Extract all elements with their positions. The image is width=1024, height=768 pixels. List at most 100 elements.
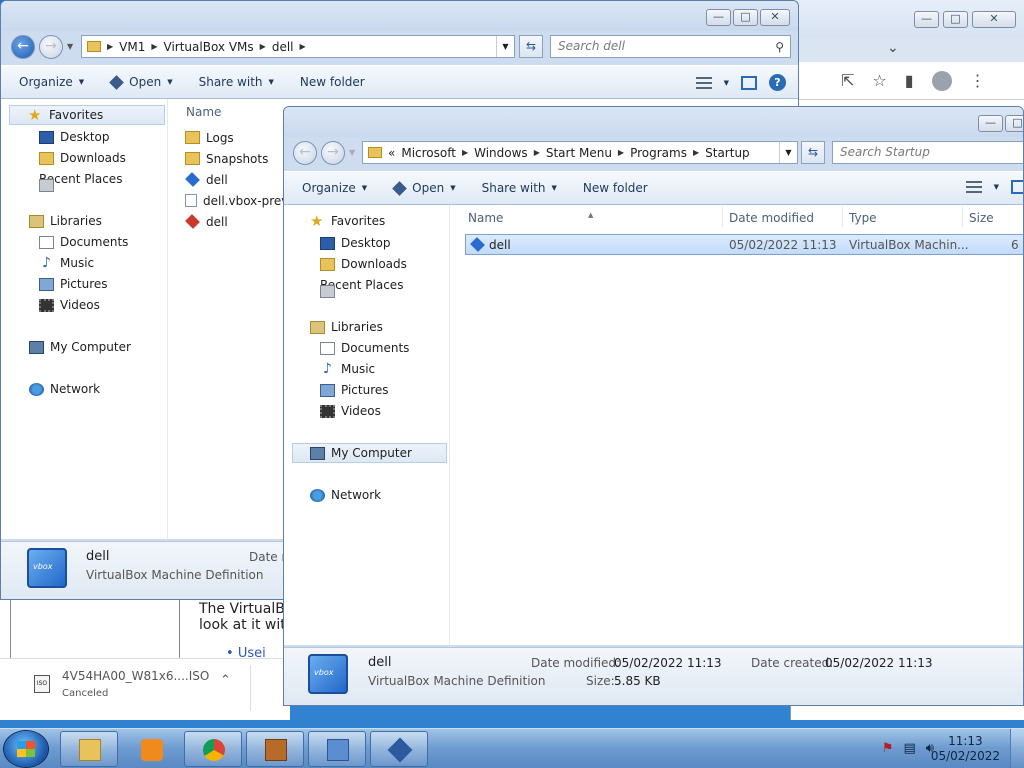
close-button[interactable]: ✕ <box>760 9 790 26</box>
column-header-name[interactable]: Name <box>186 105 221 119</box>
search-icon[interactable]: ⚲ <box>775 37 784 57</box>
nav-libraries[interactable]: Libraries <box>310 317 383 337</box>
organize-button[interactable]: Organize ▼ <box>19 75 84 89</box>
chrome-maximize-button[interactable]: □ <box>943 10 968 28</box>
nav-network[interactable]: Network <box>310 485 381 505</box>
new-folder-button[interactable]: New folder <box>583 181 648 195</box>
chrome-close-button[interactable]: ✕ <box>972 10 1016 28</box>
action-center-flag-icon[interactable]: ⚑ <box>882 741 894 756</box>
nav-libraries[interactable]: Libraries <box>29 211 102 231</box>
file-row[interactable]: Snapshots <box>185 148 268 169</box>
breadcrumb-item[interactable]: Programs <box>630 146 687 160</box>
share-with-button[interactable]: Share with ▼ <box>482 181 557 195</box>
minimize-button[interactable]: — <box>978 115 1003 132</box>
breadcrumb-separator-icon[interactable]: ▶ <box>693 148 699 157</box>
show-desktop-button[interactable] <box>1010 729 1024 768</box>
file-row-selected[interactable]: dell 05/02/2022 11:13 VirtualBox Machin.… <box>465 234 1023 255</box>
view-dropdown-icon[interactable]: ▼ <box>724 79 729 87</box>
nav-music[interactable]: ♪ Music <box>39 253 94 273</box>
breadcrumb-separator-icon[interactable]: ▶ <box>618 148 624 157</box>
view-dropdown-icon[interactable]: ▼ <box>994 183 999 191</box>
back-button[interactable]: ← <box>11 35 35 59</box>
column-separator[interactable] <box>722 207 723 227</box>
file-row[interactable]: dell.vbox-prev <box>185 190 288 211</box>
nav-my-computer[interactable]: My Computer <box>29 337 131 357</box>
address-bar[interactable]: ▶ VM1 ▶ VirtualBox VMs ▶ dell ▶ ▼ <box>81 35 515 58</box>
breadcrumb-separator-icon[interactable]: ▶ <box>107 42 113 51</box>
file-row[interactable]: dell <box>185 169 228 190</box>
breadcrumb-item[interactable]: Microsoft <box>401 146 456 160</box>
nav-videos[interactable]: Videos <box>39 295 100 315</box>
breadcrumb-item[interactable]: Start Menu <box>546 146 612 160</box>
minimize-button[interactable]: — <box>706 9 731 26</box>
column-header-name[interactable]: Name <box>468 211 503 225</box>
preview-pane-icon[interactable] <box>741 75 757 90</box>
nav-videos[interactable]: Videos <box>320 401 381 421</box>
column-header-size[interactable]: Size <box>969 211 994 225</box>
maximize-button[interactable]: □ <box>733 9 758 26</box>
nav-music[interactable]: ♪ Music <box>320 359 375 379</box>
clock[interactable]: 11:13 05/02/2022 <box>931 734 1000 764</box>
forward-button[interactable]: → <box>321 141 345 165</box>
breadcrumb-separator-icon[interactable]: ▶ <box>260 42 266 51</box>
taskbar-virtualbox-button[interactable] <box>370 731 428 767</box>
breadcrumb-separator-icon[interactable]: ▶ <box>151 42 157 51</box>
search-input[interactable]: Search dell ⚲ <box>550 35 791 58</box>
column-header-date-modified[interactable]: Date modified <box>729 211 814 225</box>
search-input[interactable]: Search Startup <box>832 141 1023 164</box>
refresh-button[interactable]: ⇆ <box>519 35 543 58</box>
download-item[interactable]: ISO 4V54HA00_W81x6....ISO Canceled ⌃ <box>28 669 248 709</box>
change-view-icon[interactable] <box>695 76 712 89</box>
taskbar-explorer-button[interactable] <box>60 731 118 767</box>
breadcrumb-separator-icon[interactable]: ▶ <box>534 148 540 157</box>
preview-pane-icon[interactable] <box>1011 180 1023 194</box>
change-view-icon[interactable] <box>965 181 982 193</box>
organize-button[interactable]: Organize ▼ <box>302 181 367 195</box>
column-header-type[interactable]: Type <box>849 211 877 225</box>
nav-desktop[interactable]: Desktop <box>39 127 110 147</box>
file-row[interactable]: dell <box>185 211 228 232</box>
recent-pages-dropdown-icon[interactable]: ▼ <box>67 42 73 51</box>
start-button[interactable] <box>4 731 48 767</box>
breadcrumb-overflow[interactable]: « <box>388 146 395 160</box>
taskbar-control-panel-button[interactable] <box>308 731 366 767</box>
address-bar[interactable]: « Microsoft ▶ Windows ▶ Start Menu ▶ Pro… <box>362 141 798 164</box>
menu-icon[interactable]: ⋮ <box>970 71 986 90</box>
download-options-caret-icon[interactable]: ⌃ <box>220 673 231 688</box>
chrome-minimize-button[interactable]: — <box>914 10 939 28</box>
taskbar-chrome-button[interactable] <box>184 731 242 767</box>
nav-documents[interactable]: Documents <box>320 338 409 358</box>
column-separator[interactable] <box>962 207 963 227</box>
nav-recent-places[interactable]: Recent Places <box>39 169 122 192</box>
share-with-button[interactable]: Share with ▼ <box>199 75 274 89</box>
maximize-button[interactable]: □ <box>1005 115 1023 132</box>
open-button[interactable]: Open ▼ <box>392 180 456 196</box>
network-status-icon[interactable]: ▤ <box>904 741 916 756</box>
nav-downloads[interactable]: Downloads <box>39 148 126 168</box>
breadcrumb-item[interactable]: dell <box>272 40 294 54</box>
nav-network[interactable]: Network <box>29 379 100 399</box>
forward-button[interactable]: → <box>39 35 63 59</box>
breadcrumb-item[interactable]: Windows <box>474 146 528 160</box>
nav-favorites[interactable]: ★ Favorites <box>9 105 165 125</box>
recent-pages-dropdown-icon[interactable]: ▼ <box>349 148 355 157</box>
share-icon[interactable]: ⇱ <box>841 71 854 90</box>
nav-documents[interactable]: Documents <box>39 232 128 252</box>
tab-search-chevron-icon[interactable]: ⌄ <box>887 40 899 56</box>
taskbar-archive-button[interactable] <box>246 731 304 767</box>
breadcrumb-separator-icon[interactable]: ▶ <box>300 42 306 51</box>
profile-icon[interactable] <box>931 70 952 91</box>
breadcrumb-item[interactable]: Startup <box>705 146 750 160</box>
address-dropdown-icon[interactable]: ▼ <box>496 36 514 57</box>
open-button[interactable]: Open ▼ <box>109 74 173 90</box>
refresh-button[interactable]: ⇆ <box>801 141 825 164</box>
nav-pictures[interactable]: Pictures <box>320 380 389 400</box>
nav-favorites[interactable]: ★ Favorites <box>310 211 385 231</box>
help-icon[interactable]: ? <box>769 74 786 91</box>
nav-desktop[interactable]: Desktop <box>320 233 391 253</box>
nav-downloads[interactable]: Downloads <box>320 254 407 274</box>
taskbar-media-player-button[interactable] <box>122 731 180 767</box>
nav-recent-places[interactable]: Recent Places <box>320 275 403 298</box>
nav-my-computer[interactable]: My Computer <box>292 443 447 463</box>
file-row[interactable]: Logs <box>185 127 234 148</box>
